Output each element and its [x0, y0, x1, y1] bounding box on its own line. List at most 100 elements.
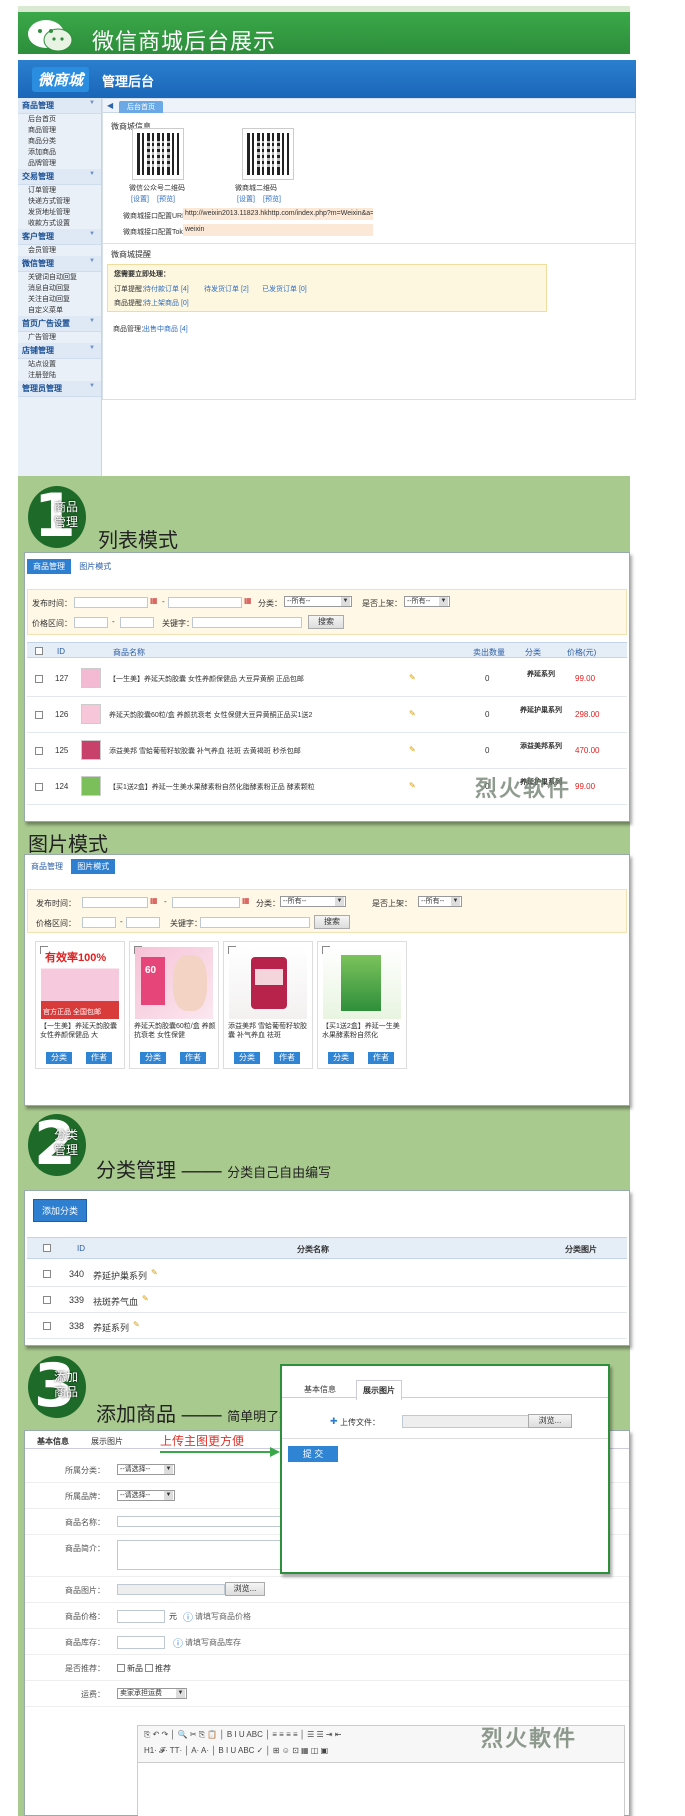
- table-row[interactable]: 126 养延天韵胶囊60粒/盒 养颜抗衰老 女性保健大豆异黄酮正品买1送2 ✎ 0 养延…: [27, 697, 627, 733]
- product-card[interactable]: 有效率100% 官方正品 全国包邮 【一生美】养延天韵胶囊 女性养颜保健品 大分类 作…: [35, 941, 125, 1069]
- tab-home[interactable]: 后台首页: [119, 101, 163, 113]
- row-name[interactable]: 【一生美】养延天韵胶囊 女性养颜保健品 大豆异黄酮 正品包邮: [109, 674, 409, 684]
- sidebar-group[interactable]: 商品管理: [18, 98, 101, 114]
- category-button[interactable]: 分类: [46, 1052, 72, 1064]
- qr2-set-link[interactable]: [设置]: [237, 194, 255, 204]
- tab-picture-mode[interactable]: 图片模式: [71, 859, 116, 874]
- calendar-icon[interactable]: ▦: [244, 596, 252, 605]
- product-card[interactable]: 添益美邦 雪蛤葡萄籽软胶囊 补气养血 祛斑 分类 作者: [223, 941, 313, 1069]
- sidebar-item[interactable]: 商品管理: [18, 125, 101, 136]
- popup-tab-basic[interactable]: 基本信息: [304, 1384, 336, 1395]
- sidebar-group[interactable]: 客户管理: [18, 229, 101, 245]
- browse-button[interactable]: 浏览...: [528, 1414, 572, 1428]
- sidebar-item[interactable]: 会员管理: [18, 245, 101, 256]
- calendar-icon[interactable]: ▦: [150, 596, 158, 605]
- date-start-input[interactable]: [74, 597, 148, 608]
- tab-goods-manage[interactable]: 商品管理: [27, 559, 71, 574]
- product-card[interactable]: 60 养延天韵胶囊60粒/盒 养颜抗衰老 女性保健 分类 作者: [129, 941, 219, 1069]
- sidebar-item[interactable]: 商品分类: [18, 136, 101, 147]
- sidebar-item[interactable]: 品牌管理: [18, 158, 101, 169]
- goods-link-pending[interactable]: 待上架商品 [0]: [144, 298, 189, 308]
- category-button[interactable]: 分类: [328, 1052, 354, 1064]
- tab-picture-mode[interactable]: 图片模式: [73, 559, 117, 574]
- date-end-input[interactable]: [168, 597, 242, 608]
- sidebar-item[interactable]: 广告管理: [18, 332, 101, 343]
- qr1-set-link[interactable]: [设置]: [131, 194, 149, 204]
- url-field[interactable]: http://weixin2013.11823.hkhttp.com/index…: [183, 208, 373, 220]
- category-filter-select[interactable]: --所有--: [284, 596, 352, 607]
- sidebar-item[interactable]: 后台首页: [18, 114, 101, 125]
- sidebar-item[interactable]: 快递方式管理: [18, 196, 101, 207]
- add-category-button[interactable]: 添加分类: [33, 1199, 88, 1222]
- row-name[interactable]: 【买1送2盒】养延一生美水果酵素粉自然化脂酵素粉正品 酵素颗粒: [109, 782, 409, 792]
- row-checkbox[interactable]: [35, 711, 43, 719]
- form-number-input[interactable]: [117, 1636, 165, 1649]
- sidebar-item[interactable]: 订单管理: [18, 185, 101, 196]
- calendar-icon[interactable]: ▦: [150, 896, 158, 905]
- sidebar-item[interactable]: 注册登陆: [18, 370, 101, 381]
- product-card[interactable]: 【买1送2盒】养延一生美水果酵素粉自然化 分类 作者: [317, 941, 407, 1069]
- row-name[interactable]: 养延天韵胶囊60粒/盒 养颜抗衰老 女性保健大豆异黄酮正品买1送2: [109, 710, 409, 720]
- editor-content-area[interactable]: [138, 1762, 624, 1816]
- sidebar-item[interactable]: 发货地址管理: [18, 207, 101, 218]
- order-link-shipped[interactable]: 已发货订单 [0]: [262, 284, 307, 294]
- shelf-filter-select[interactable]: --所有--: [404, 596, 450, 607]
- row-checkbox[interactable]: [43, 1296, 51, 1304]
- order-link-unpaid[interactable]: 待付款订单 [4]: [144, 284, 189, 294]
- author-button[interactable]: 作者: [368, 1052, 394, 1064]
- table-row[interactable]: 339 祛斑养气血 ✎: [27, 1287, 627, 1313]
- category-button[interactable]: 分类: [140, 1052, 166, 1064]
- author-button[interactable]: 作者: [86, 1052, 112, 1064]
- mgmt-link-onsale[interactable]: 出售中商品 [4]: [143, 324, 188, 334]
- table-row[interactable]: 340 养延护巢系列 ✎: [27, 1261, 627, 1287]
- row-checkbox[interactable]: [35, 675, 43, 683]
- keyword-input[interactable]: [192, 617, 302, 628]
- edit-pencil-icon[interactable]: ✎: [409, 781, 416, 790]
- popup-tab-images[interactable]: 展示图片: [356, 1380, 402, 1400]
- table-row[interactable]: 127 【一生美】养延天韵胶囊 女性养颜保健品 大豆异黄酮 正品包邮 ✎ 0 养延系列 9…: [27, 661, 627, 697]
- form-select[interactable]: --请选择--: [117, 1490, 175, 1501]
- select-all-checkbox[interactable]: [35, 647, 43, 655]
- token-field[interactable]: weixin: [183, 224, 373, 236]
- shelf-filter-select[interactable]: --所有--: [418, 896, 462, 907]
- search-button[interactable]: 搜索: [308, 615, 344, 629]
- qr1-preview-link[interactable]: [预览]: [157, 194, 175, 204]
- tab-show-images[interactable]: 展示图片: [91, 1436, 123, 1447]
- price-min-input[interactable]: [74, 617, 108, 628]
- date-end-input[interactable]: [172, 897, 240, 908]
- row-checkbox[interactable]: [35, 747, 43, 755]
- edit-pencil-icon[interactable]: ✎: [409, 709, 416, 718]
- author-button[interactable]: 作者: [180, 1052, 206, 1064]
- row-checkbox[interactable]: [43, 1270, 51, 1278]
- table-row[interactable]: 338 养延系列 ✎: [27, 1313, 627, 1339]
- sidebar-group[interactable]: 交易管理: [18, 169, 101, 185]
- form-select[interactable]: 卖家承担运费: [117, 1688, 187, 1699]
- row-checkbox[interactable]: [35, 783, 43, 791]
- editor-toolbar-row2[interactable]: H1· 𝓕· TT· │ A· A· │ B I U ABC ✓ │ ⊞ ☺ ⊡…: [144, 1746, 328, 1756]
- edit-pencil-icon[interactable]: ✎: [409, 745, 416, 754]
- sidebar-group[interactable]: 管理员管理: [18, 381, 101, 397]
- sidebar-group[interactable]: 微信管理: [18, 256, 101, 272]
- author-button[interactable]: 作者: [274, 1052, 300, 1064]
- select-all-checkbox[interactable]: [43, 1244, 51, 1252]
- price-max-input[interactable]: [126, 917, 160, 928]
- sidebar-item[interactable]: 收款方式设置: [18, 218, 101, 229]
- qr2-preview-link[interactable]: [预览]: [263, 194, 281, 204]
- edit-pencil-icon[interactable]: ✎: [151, 1268, 158, 1277]
- sidebar-item[interactable]: 关键词自动回复: [18, 272, 101, 283]
- date-start-input[interactable]: [82, 897, 148, 908]
- edit-pencil-icon[interactable]: ✎: [133, 1320, 140, 1329]
- sidebar-group[interactable]: 首页广告设置: [18, 316, 101, 332]
- edit-pencil-icon[interactable]: ✎: [409, 673, 416, 682]
- upload-file-field[interactable]: [402, 1415, 530, 1428]
- sidebar-item[interactable]: 自定义菜单: [18, 305, 101, 316]
- tab-goods-manage[interactable]: 商品管理: [25, 859, 69, 874]
- category-filter-select[interactable]: --所有--: [280, 896, 346, 907]
- row-name[interactable]: 养延系列: [93, 1321, 129, 1334]
- sidebar-item[interactable]: 关注自动回复: [18, 294, 101, 305]
- editor-toolbar-row1[interactable]: ⎘ ↶ ↷ │ 🔍 ✂ ⎘ 📋 │ B I U ABC │ ≡ ≡ ≡ ≡ │ …: [144, 1730, 342, 1740]
- price-max-input[interactable]: [120, 617, 154, 628]
- keyword-input[interactable]: [200, 917, 310, 928]
- recommend-checkbox[interactable]: [145, 1664, 153, 1672]
- row-name[interactable]: 祛斑养气血: [93, 1295, 138, 1308]
